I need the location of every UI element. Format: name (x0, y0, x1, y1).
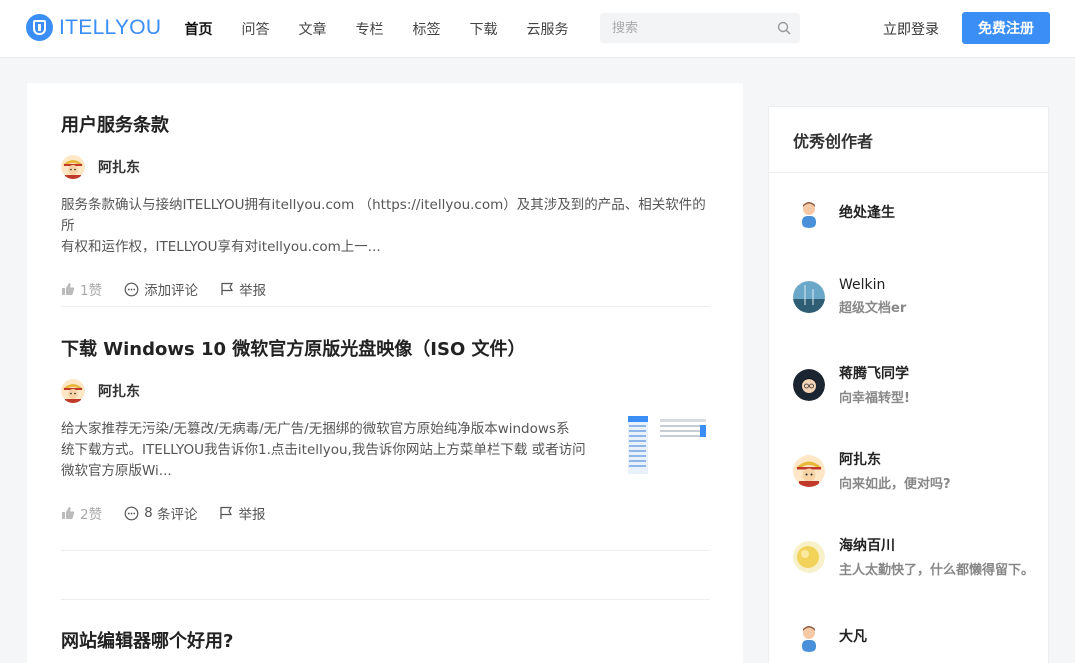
creator-avatar[interactable] (793, 454, 825, 487)
creator-item[interactable]: 海纳百川 主人太勤快了，什么都懒得留下。 (793, 535, 1034, 578)
author-name[interactable]: 阿扎东 (98, 157, 140, 177)
creator-avatar[interactable] (793, 196, 825, 228)
search-input[interactable] (600, 13, 770, 43)
like-button[interactable]: 2赞 (61, 503, 102, 523)
comment-count: 8 (144, 505, 153, 521)
creator-bio: 主人太勤快了，什么都懒得留下。 (839, 563, 1035, 578)
thumbs-up-icon (62, 507, 75, 519)
creator-item[interactable]: 大凡 (793, 620, 867, 652)
excerpt-line: 服务条款确认与接纳ITELLYOU拥有itellyou.com （https:/… (61, 197, 706, 234)
creator-name[interactable]: Welkin (839, 277, 906, 293)
author-avatar[interactable] (61, 379, 85, 403)
article-thumbnail[interactable] (626, 415, 710, 477)
creator-info: 绝处逢生 (839, 202, 895, 222)
nav-item-qa[interactable]: 问答 (242, 19, 270, 39)
creator-item[interactable]: 蒋腾飞同学 向幸福转型! (793, 363, 910, 406)
report-button[interactable]: 举报 (219, 503, 265, 523)
panel-title: 优秀创作者 (769, 107, 1048, 173)
login-link[interactable]: 立即登录 (883, 19, 939, 39)
article-excerpt[interactable]: 服务条款确认与接纳ITELLYOU拥有itellyou.com （https:/… (61, 195, 710, 258)
divider (61, 550, 710, 551)
site-logo[interactable]: ITELLYOU (26, 14, 161, 41)
like-count: 1赞 (80, 283, 103, 299)
register-button[interactable]: 免费注册 (962, 12, 1050, 44)
report-button[interactable]: 举报 (220, 279, 266, 299)
nav-item-download[interactable]: 下载 (470, 19, 498, 39)
author-avatar[interactable] (61, 155, 85, 179)
article-excerpt[interactable]: 给大家推荐无污染/无篡改/无病毒/无广告/无捆绑的微软官方原始纯净版本windo… (61, 419, 601, 482)
creator-avatar[interactable] (793, 368, 825, 401)
article-item: 网站编辑器哪个好用? (61, 627, 710, 653)
article-actions: 1赞 添加评论 举报 (61, 279, 710, 299)
creator-bio: 向来如此，便对吗? (839, 477, 951, 492)
divider (61, 306, 710, 307)
flag-icon (221, 282, 234, 295)
creator-bio: 超级文档er (839, 301, 907, 316)
logo-icon (26, 14, 53, 41)
article-item: 用户服务条款 阿扎东 服务条款确认与接纳ITELLYOU拥有itellyou.c… (61, 111, 710, 299)
author-name[interactable]: 阿扎东 (98, 381, 140, 401)
top-creators-panel: 优秀创作者 绝处逢生 Welkin 超级文档er 蒋腾飞同学 向幸福转型! 阿扎… (768, 106, 1049, 663)
creator-item[interactable]: 绝处逢生 (793, 196, 895, 228)
creator-avatar[interactable] (793, 280, 825, 313)
article-author: 阿扎东 (61, 155, 710, 179)
creator-name[interactable]: 海纳百川 (839, 535, 1034, 555)
creator-item[interactable]: 阿扎东 向来如此，便对吗? (793, 449, 951, 492)
divider (61, 599, 710, 600)
comment-label: 条评论 (156, 507, 198, 523)
main-nav: 首页 问答 文章 专栏 标签 下载 云服务 (170, 0, 583, 58)
like-button[interactable]: 1赞 (61, 279, 102, 299)
nav-item-tags[interactable]: 标签 (413, 19, 441, 39)
creator-info: Welkin 超级文档er (839, 277, 906, 316)
creator-info: 蒋腾飞同学 向幸福转型! (839, 363, 910, 406)
article-title[interactable]: 网站编辑器哪个好用? (61, 627, 710, 653)
creator-avatar[interactable] (793, 540, 825, 573)
creator-name[interactable]: 蒋腾飞同学 (839, 363, 910, 383)
article-item: 下载 Windows 10 微软官方原版光盘映像（ISO 文件） 阿扎东 给大家… (61, 335, 710, 523)
logo-text: ITELLYOU (59, 15, 162, 39)
thumbs-up-icon (62, 283, 75, 295)
nav-item-columns[interactable]: 专栏 (356, 19, 384, 39)
excerpt-line: 统下载方式。ITELLYOU我告诉你1.点击itellyou,我告诉你网站上方菜… (61, 442, 586, 458)
nav-item-cloud[interactable]: 云服务 (527, 19, 569, 39)
top-header: ITELLYOU 首页 问答 文章 专栏 标签 下载 云服务 立即登录 免费注册 (0, 0, 1075, 58)
article-title[interactable]: 用户服务条款 (61, 111, 710, 137)
search-box (600, 13, 800, 43)
creator-info: 阿扎东 向来如此，便对吗? (839, 449, 951, 492)
flag-icon (220, 506, 233, 519)
nav-item-home[interactable]: 首页 (185, 19, 213, 39)
report-label: 举报 (238, 507, 266, 523)
article-list: 用户服务条款 阿扎东 服务条款确认与接纳ITELLYOU拥有itellyou.c… (27, 83, 743, 663)
add-comment-button[interactable]: 添加评论 (124, 279, 198, 299)
excerpt-line: 微软官方原版Wi... (61, 463, 172, 479)
creator-info: 海纳百川 主人太勤快了，什么都懒得留下。 (839, 535, 1034, 578)
search-icon[interactable] (777, 21, 791, 35)
comments-button[interactable]: 8 条评论 (124, 503, 197, 523)
creator-name[interactable]: 阿扎东 (839, 449, 951, 469)
article-title[interactable]: 下载 Windows 10 微软官方原版光盘映像（ISO 文件） (61, 335, 710, 361)
creator-name[interactable]: 绝处逢生 (839, 202, 895, 222)
like-count: 2赞 (80, 507, 103, 523)
article-actions: 2赞 8 条评论 举报 (61, 503, 710, 523)
comment-icon (124, 282, 139, 296)
creator-name[interactable]: 大凡 (839, 626, 867, 646)
comment-label: 添加评论 (144, 283, 199, 299)
creator-item[interactable]: Welkin 超级文档er (793, 277, 906, 316)
excerpt-line: 给大家推荐无污染/无篡改/无病毒/无广告/无捆绑的微软官方原始纯净版本windo… (61, 421, 570, 437)
creator-avatar[interactable] (793, 620, 825, 652)
report-label: 举报 (239, 283, 267, 299)
creator-info: 大凡 (839, 626, 867, 646)
creator-bio: 向幸福转型! (839, 391, 910, 406)
article-author: 阿扎东 (61, 379, 710, 403)
nav-item-articles[interactable]: 文章 (299, 19, 327, 39)
excerpt-line: 有权和运作权，ITELLYOU享有对itellyou.com上一... (61, 239, 381, 255)
comment-icon (124, 506, 139, 520)
